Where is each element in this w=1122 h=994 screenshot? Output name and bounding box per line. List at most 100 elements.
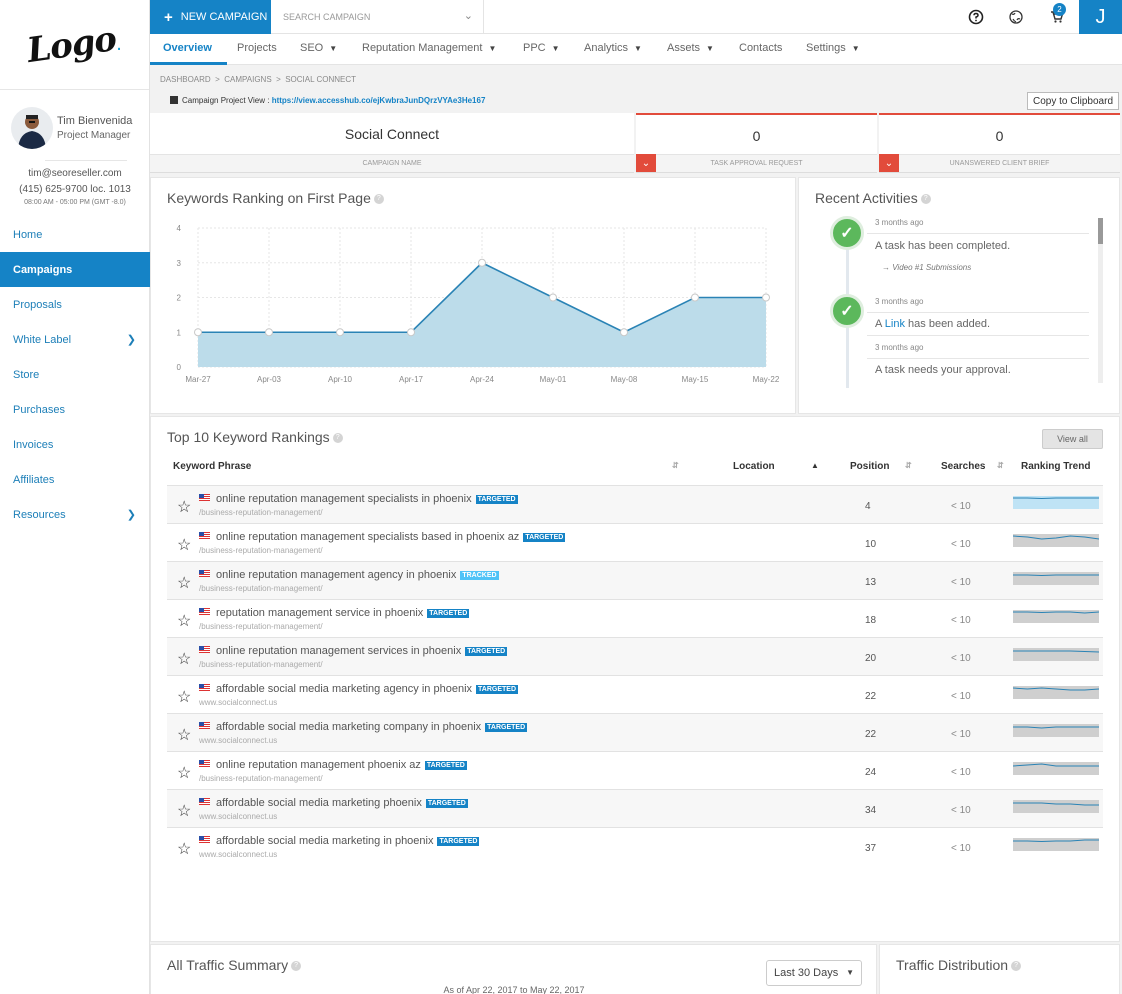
keyword-tag-badge: TARGETED (523, 533, 566, 542)
star-icon[interactable]: ☆ (177, 535, 191, 555)
us-flag-icon (199, 836, 210, 843)
table-row[interactable]: ☆ online reputation management agency in … (167, 561, 1103, 599)
table-row[interactable]: ☆ online reputation management specialist… (167, 485, 1103, 523)
star-icon[interactable]: ☆ (177, 649, 191, 669)
star-icon[interactable]: ☆ (177, 497, 191, 517)
sidebar-item-label: Invoices (13, 438, 54, 451)
globe-icon[interactable] (1005, 6, 1027, 28)
activity-divider (867, 358, 1089, 359)
keyword-url: /business-reputation-management/ (199, 546, 323, 555)
user-menu-button[interactable]: J (1079, 0, 1122, 34)
keyword-phrase: online reputation management services in… (216, 645, 508, 657)
sparkline-band (1013, 534, 1099, 547)
keyword-rankings-title: Top 10 Keyword Rankings? (167, 429, 343, 445)
data-point (620, 328, 628, 337)
column-header-position[interactable]: Position (850, 461, 889, 472)
tab-analytics[interactable]: Analytics ▼ (584, 42, 642, 54)
tab-settings[interactable]: Settings ▼ (806, 42, 860, 54)
cart-count-badge: 2 (1053, 3, 1066, 16)
help-icon[interactable] (965, 6, 987, 28)
tab-assets[interactable]: Assets ▼ (667, 42, 714, 54)
sidebar-item-purchases[interactable]: Purchases (0, 392, 150, 427)
scrollbar-thumb[interactable] (1098, 218, 1103, 244)
keyword-searches: < 10 (951, 767, 971, 778)
chevron-down-icon[interactable]: ⌄ (879, 154, 899, 172)
data-point (194, 328, 202, 337)
chevron-down-icon[interactable]: ⌄ (636, 154, 656, 172)
tab-overview[interactable]: Overview (163, 42, 212, 54)
recent-activities-panel: Recent Activities? ✓ 3 months ago A task… (798, 177, 1120, 414)
keyword-position: 4 (865, 501, 871, 512)
column-header-searches[interactable]: Searches (941, 461, 985, 472)
profile-email[interactable]: tim@seoreseller.com (0, 168, 150, 179)
tab-label: PPC (523, 42, 546, 54)
table-row[interactable]: ☆ reputation management service in phoeni… (167, 599, 1103, 637)
scrollbar[interactable] (1098, 218, 1103, 383)
copy-to-clipboard-button[interactable]: Copy to Clipboard (1027, 92, 1119, 110)
logo-text: Logo (24, 18, 119, 71)
sort-icon[interactable]: ⇵ (672, 461, 679, 470)
star-icon[interactable]: ☆ (177, 839, 191, 859)
sidebar-item-invoices[interactable]: Invoices (0, 427, 150, 462)
sort-icon[interactable]: ⇵ (905, 461, 912, 470)
help-icon[interactable]: ? (291, 961, 302, 972)
keyword-phrase: affordable social media marketing agency… (216, 683, 518, 695)
external-link-icon (170, 96, 178, 104)
tab-reputation-management[interactable]: Reputation Management ▼ (362, 42, 496, 54)
project-view-url[interactable]: https://view.accesshub.co/ejKwbraJunDQrz… (272, 96, 486, 105)
sidebar-item-label: Affiliates (13, 473, 55, 486)
date-range-select[interactable]: Last 30 Days ▼ (766, 960, 862, 986)
keyword-phrase-text: reputation management service in phoenix (216, 607, 424, 619)
sort-icon[interactable]: ⇵ (997, 461, 1004, 470)
star-icon[interactable]: ☆ (177, 725, 191, 745)
table-row[interactable]: ☆ affordable social media marketing in ph… (167, 827, 1103, 865)
campaign-name-label: CAMPAIGN NAME (150, 154, 634, 172)
star-icon[interactable]: ☆ (177, 763, 191, 783)
sidebar-item-home[interactable]: Home (0, 217, 150, 252)
view-all-button[interactable]: View all (1042, 429, 1103, 449)
sidebar-item-white-label[interactable]: White Label ❯ (0, 322, 150, 357)
tab-seo[interactable]: SEO ▼ (300, 42, 337, 54)
tab-contacts[interactable]: Contacts (739, 42, 782, 54)
keyword-url: /business-reputation-management/ (199, 508, 323, 517)
table-row[interactable]: ☆ online reputation management specialist… (167, 523, 1103, 561)
table-row[interactable]: ☆ affordable social media marketing compa… (167, 713, 1103, 751)
star-icon[interactable]: ☆ (177, 611, 191, 631)
help-icon[interactable]: ? (332, 433, 343, 444)
campaign-name: Social Connect (344, 126, 440, 142)
column-header-phrase[interactable]: Keyword Phrase (173, 461, 251, 472)
sidebar-item-proposals[interactable]: Proposals (0, 287, 150, 322)
activity-link[interactable]: Link (885, 318, 905, 330)
client-brief-label: UNANSWERED CLIENT BRIEF (879, 154, 1120, 172)
date-range-caption: As of Apr 22, 2017 to May 22, 2017 (443, 985, 585, 994)
star-icon[interactable]: ☆ (177, 687, 191, 707)
table-row[interactable]: ☆ affordable social media marketing phoen… (167, 789, 1103, 827)
sidebar-item-store[interactable]: Store (0, 357, 150, 392)
help-icon[interactable]: ? (1011, 961, 1022, 972)
sidebar-item-affiliates[interactable]: Affiliates (0, 462, 150, 497)
sidebar-item-resources[interactable]: Resources ❯ (0, 497, 150, 532)
profile-name: Tim Bienvenida (57, 115, 133, 127)
sidebar-item-campaigns[interactable]: Campaigns (0, 252, 150, 287)
keyword-phrase: affordable social media marketing in pho… (216, 835, 480, 847)
column-header-location[interactable]: Location (733, 461, 775, 472)
star-icon[interactable]: ☆ (177, 573, 191, 593)
sort-ascending-icon[interactable]: ▲ (811, 461, 819, 470)
star-icon[interactable]: ☆ (177, 801, 191, 821)
logo[interactable]: Logo. (0, 0, 149, 90)
tab-ppc[interactable]: PPC ▼ (523, 42, 560, 54)
breadcrumb[interactable]: DASHBOARD > CAMPAIGNS > SOCIAL CONNECT (160, 75, 356, 84)
tab-projects[interactable]: Projects (237, 42, 277, 54)
help-icon[interactable]: ? (920, 194, 931, 205)
y-tick-label: 4 (177, 224, 182, 233)
table-row[interactable]: ☆ online reputation management services i… (167, 637, 1103, 675)
ranking-trend-sparkline (1013, 534, 1099, 547)
us-flag-icon (199, 722, 210, 729)
new-campaign-button[interactable]: + NEW CAMPAIGN (150, 0, 271, 34)
table-row[interactable]: ☆ online reputation management phoenix az… (167, 751, 1103, 789)
table-row[interactable]: ☆ affordable social media marketing agenc… (167, 675, 1103, 713)
search-campaign-select[interactable]: SEARCH CAMPAIGN ⌄ (271, 0, 484, 34)
activity-subtext[interactable]: → Video #1 Submissions (882, 263, 971, 272)
sparkline-band (1013, 686, 1099, 699)
tab-label: Analytics (584, 42, 629, 54)
